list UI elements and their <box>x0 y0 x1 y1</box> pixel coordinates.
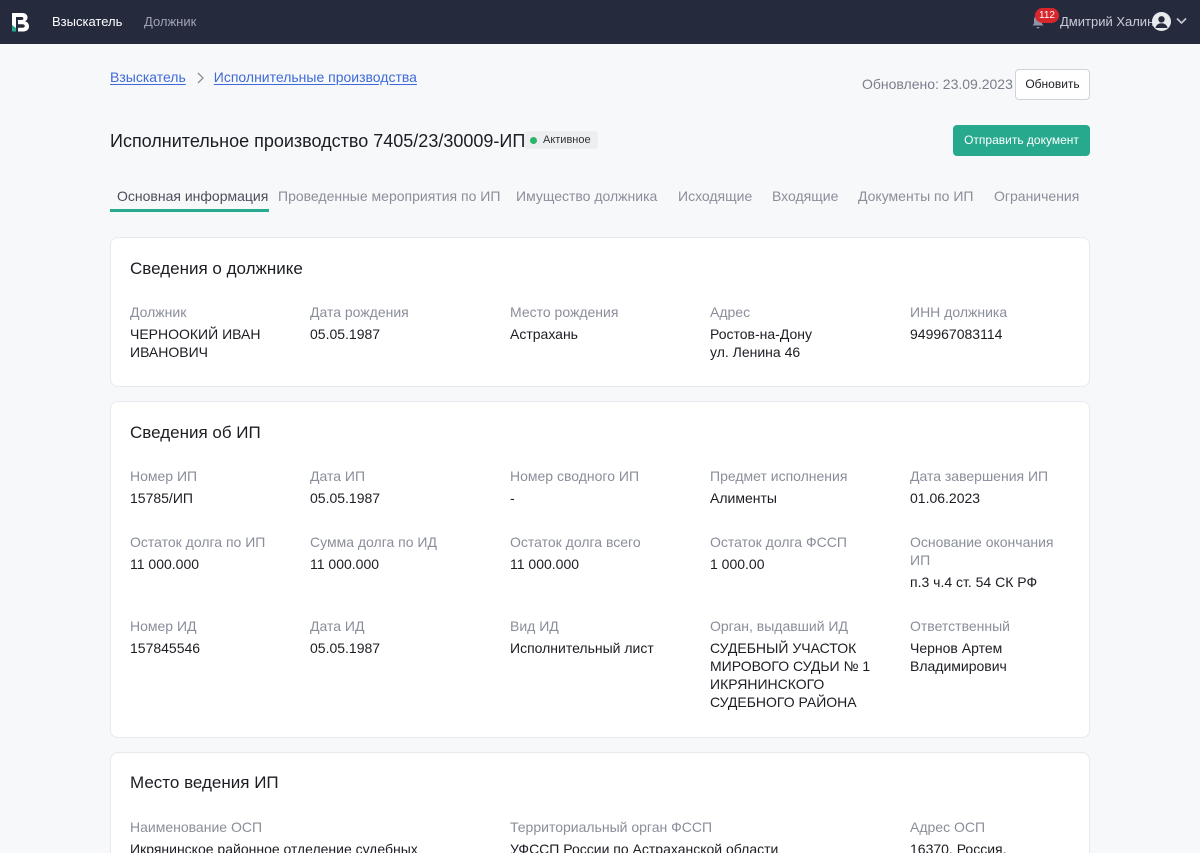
place-card-title: Место ведения ИП <box>130 773 279 792</box>
status-label: Активное <box>543 134 591 146</box>
status-badge: Активное <box>524 131 598 149</box>
field-id-number: Номер ИД 157845546 <box>130 618 201 656</box>
field-ip-end-date: Дата завершения ИП 01.06.2023 <box>910 468 1049 506</box>
ip-place-card: Место ведения ИП Наименование ОСП Икряни… <box>110 752 1090 853</box>
field-debtor: Должник ЧЕРНООКИЙ ИВАН ИВАНОВИЧ <box>130 304 261 360</box>
field-debt-remainder-fssp: Остаток долга ФССП 1 000.00 <box>710 534 847 572</box>
top-navbar: Взыскатель Должник 112 Дмитрий Халин <box>0 0 1200 44</box>
field-address: Адрес Ростов-на-Дону ул. Ленина 46 <box>710 304 812 360</box>
field-responsible: Ответственный Чернов Артем Владимирович <box>910 618 1010 674</box>
field-territorial-body: Территориальный орган ФССП УФССП России … <box>510 819 779 853</box>
chevron-right-icon <box>197 72 204 83</box>
field-debt-remainder-total: Остаток долга всего 11 000.000 <box>510 534 641 572</box>
send-document-button[interactable]: Отправить документ <box>953 125 1090 156</box>
field-issuing-authority: Орган, выдавший ИД СУДЕБНЫЙ УЧАСТОК МИРО… <box>710 618 871 710</box>
debtor-name: ЧЕРНООКИЙ ИВАН ИВАНОВИЧ <box>130 326 261 360</box>
avatar-icon[interactable] <box>1152 12 1171 31</box>
field-summary-ip-number: Номер сводного ИП - <box>510 468 640 506</box>
status-dot-icon <box>530 136 537 144</box>
field-id-date: Дата ИД 05.05.1987 <box>310 618 381 656</box>
breadcrumb-proceedings[interactable]: Исполнительные производства <box>214 69 417 86</box>
refresh-button[interactable]: Обновить <box>1015 69 1090 100</box>
page-title: Исполнительное производство 7405/23/3000… <box>110 131 526 151</box>
field-execution-subject: Предмет исполнения Алименты <box>710 468 848 506</box>
active-tab-indicator <box>110 209 269 212</box>
app-logo-icon[interactable] <box>10 11 32 33</box>
ip-info-card: Сведения об ИП Номер ИП 15785/ИП Дата ИП… <box>110 401 1090 738</box>
field-birth-date: Дата рождения 05.05.1987 <box>310 304 409 342</box>
user-name[interactable]: Дмитрий Халин <box>1060 14 1154 30</box>
field-debt-sum-id: Сумма долга по ИД 11 000.000 <box>310 534 437 572</box>
nav-claimant[interactable]: Взыскатель <box>52 14 122 30</box>
field-ip-number: Номер ИП 15785/ИП <box>130 468 198 506</box>
breadcrumb: Взыскатель Исполнительные производства <box>110 69 417 86</box>
updated-date: Обновлено: 23.09.2023 <box>862 76 1013 92</box>
notification-badge: 112 <box>1035 8 1059 23</box>
tab-activities[interactable]: Проведенные мероприятия по ИП <box>278 188 500 205</box>
tab-incoming[interactable]: Входящие <box>772 188 838 205</box>
field-osp-address: Адрес ОСП 16370, Россия, <box>910 819 1007 853</box>
ip-card-title: Сведения об ИП <box>130 423 261 442</box>
tab-restrictions[interactable]: Ограничения <box>994 188 1079 205</box>
field-inn: ИНН должника 949967083114 <box>910 304 1008 342</box>
field-end-reason: Основание окончания ИП п.3 ч.4 ст. 54 СК… <box>910 534 1054 590</box>
field-id-type: Вид ИД Исполнительный лист <box>510 618 654 656</box>
tab-outgoing[interactable]: Исходящие <box>678 188 752 205</box>
nav-debtor[interactable]: Должник <box>144 14 196 30</box>
chevron-down-icon[interactable] <box>1176 17 1187 25</box>
debtor-info-card: Сведения о должнике Должник ЧЕРНООКИЙ ИВ… <box>110 237 1090 387</box>
tab-main-info[interactable]: Основная информация <box>117 188 268 205</box>
tab-property[interactable]: Имущество должника <box>516 188 657 205</box>
field-ip-date: Дата ИП 05.05.1987 <box>310 468 381 506</box>
field-birth-place: Место рождения Астрахань <box>510 304 619 342</box>
tab-documents[interactable]: Документы по ИП <box>858 188 973 205</box>
breadcrumb-claimant[interactable]: Взыскатель <box>110 69 186 86</box>
field-debt-remainder-ip: Остаток долга по ИП 11 000.000 <box>130 534 266 572</box>
debtor-card-title: Сведения о должнике <box>130 259 303 278</box>
field-osp-name: Наименование ОСП Икрянинское районное от… <box>130 819 418 853</box>
